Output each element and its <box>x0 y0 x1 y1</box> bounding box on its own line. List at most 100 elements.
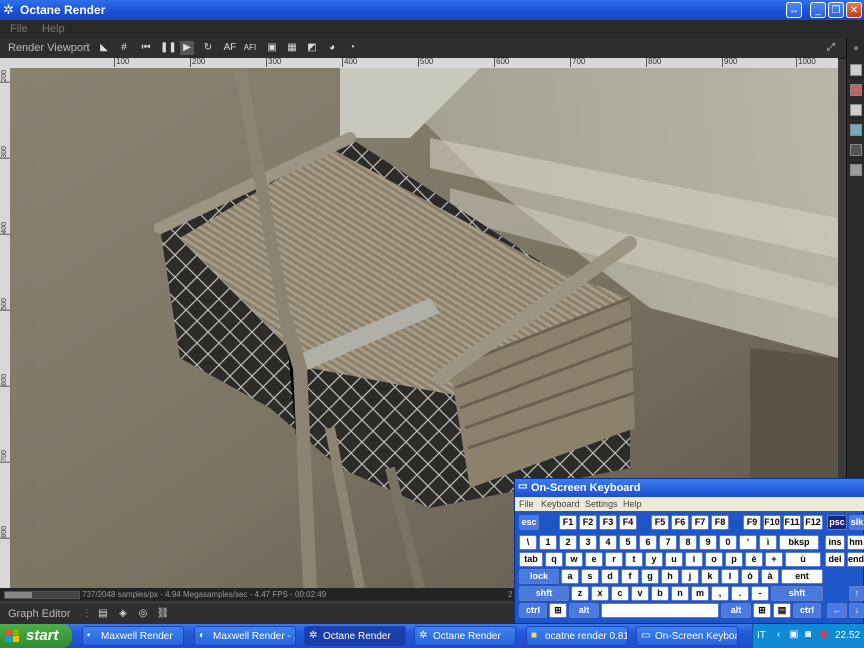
osk-key[interactable]: . <box>731 586 749 601</box>
osk-key[interactable]: e <box>585 552 603 567</box>
refresh-icon[interactable]: ↻ <box>201 41 215 55</box>
osk-key[interactable]: ← <box>827 603 847 618</box>
osk-key[interactable]: r <box>605 552 623 567</box>
osk-key[interactable]: à <box>761 569 779 584</box>
osk-key[interactable]: c <box>611 586 629 601</box>
osk-key[interactable]: ↑ <box>849 586 864 601</box>
osk-key[interactable]: h <box>661 569 679 584</box>
osk-key[interactable]: F9 <box>743 515 761 530</box>
osk-key[interactable]: g <box>641 569 659 584</box>
autofocus-info-button[interactable]: AFI <box>242 41 258 55</box>
osk-title-bar[interactable]: ▭ On-Screen Keyboard <box>515 479 864 497</box>
osk-key[interactable]: q <box>545 552 563 567</box>
osk-key[interactable]: 9 <box>699 535 717 550</box>
sphere-icon[interactable]: ◕ <box>325 41 339 55</box>
osk-key[interactable]: a <box>561 569 579 584</box>
new-node-icon[interactable]: ▤ <box>96 607 110 621</box>
language-indicator[interactable]: IT <box>757 630 766 641</box>
osk-key[interactable]: t <box>625 552 643 567</box>
picture-icon[interactable] <box>850 144 862 156</box>
osk-key[interactable]: alt <box>569 603 599 618</box>
osk-key[interactable]: ì <box>759 535 777 550</box>
antivirus-icon[interactable]: ◉ <box>819 629 828 640</box>
link-node-icon[interactable]: ⛓ <box>156 607 170 621</box>
osk-key[interactable]: n <box>671 586 689 601</box>
osk-key[interactable]: v <box>631 586 649 601</box>
grid-icon[interactable]: # <box>117 41 131 55</box>
osk-key[interactable]: shft <box>771 586 823 601</box>
osk-menu-settings[interactable]: Settings <box>585 499 618 509</box>
osk-key[interactable]: ▤ <box>773 603 791 618</box>
camera-sphere-icon[interactable]: ◔ <box>345 41 359 55</box>
image-icon[interactable] <box>850 64 862 76</box>
fullscreen-icon[interactable]: ⤢ <box>824 41 838 55</box>
osk-key[interactable]: 8 <box>679 535 697 550</box>
osk-key[interactable]: 4 <box>599 535 617 550</box>
osk-key[interactable]: F11 <box>783 515 801 530</box>
tray-expand-icon[interactable]: ‹ <box>777 629 780 640</box>
tool-icon[interactable] <box>850 164 862 176</box>
osk-key[interactable]: F6 <box>671 515 689 530</box>
osk-key[interactable]: F12 <box>803 515 823 530</box>
material-node-icon[interactable]: ◈ <box>116 607 130 621</box>
osk-key[interactable]: F3 <box>599 515 617 530</box>
osk-key[interactable]: slk <box>849 515 864 530</box>
osk-key[interactable]: 1 <box>539 535 557 550</box>
osk-key[interactable]: p <box>725 552 743 567</box>
maximize-button[interactable]: ❐ <box>828 2 844 18</box>
osk-key[interactable]: ctrl <box>519 603 547 618</box>
osk-key[interactable]: d <box>601 569 619 584</box>
checker-icon[interactable]: ▦ <box>285 41 299 55</box>
osk-key[interactable]: 0 <box>719 535 737 550</box>
osk-key[interactable]: hm <box>847 535 864 550</box>
sphere-node-icon[interactable]: ◎ <box>136 607 150 621</box>
osk-key[interactable]: esc <box>519 515 539 530</box>
osk-key[interactable]: F4 <box>619 515 637 530</box>
restore-size-icon[interactable]: ↔ <box>786 2 802 18</box>
start-button[interactable]: start <box>0 624 72 648</box>
osk-key[interactable]: 5 <box>619 535 637 550</box>
osk-key[interactable]: ent <box>781 569 823 584</box>
osk-key[interactable]: x <box>591 586 609 601</box>
on-screen-keyboard-window[interactable]: ▭ On-Screen Keyboard File Keyboard Setti… <box>514 478 864 624</box>
taskbar-item-octane-2[interactable]: ✲ Octane Render <box>414 626 516 646</box>
osk-key[interactable]: F10 <box>763 515 781 530</box>
volume-icon[interactable]: ◙ <box>805 629 811 640</box>
osk-key[interactable]: F7 <box>691 515 709 530</box>
close-button[interactable]: ✕ <box>846 2 862 18</box>
taskbar-item-octane-1[interactable]: ✲ Octane Render <box>304 626 406 646</box>
osk-key[interactable]: psc <box>827 515 847 530</box>
osk-key[interactable]: 3 <box>579 535 597 550</box>
taskbar-item-maxwell-render[interactable]: ◐ Maxwell Render - ... <box>194 626 296 646</box>
network-icon[interactable]: ▣ <box>789 629 798 640</box>
osk-key[interactable]: è <box>745 552 763 567</box>
material-icon[interactable] <box>850 84 862 96</box>
osk-key[interactable]: del <box>825 552 845 567</box>
osk-menu-keyboard[interactable]: Keyboard <box>541 499 580 509</box>
osk-key[interactable]: j <box>681 569 699 584</box>
taskbar-item-osk[interactable]: ▭ On-Screen Keyboard <box>636 626 738 646</box>
osk-key[interactable]: , <box>711 586 729 601</box>
rewind-icon[interactable]: ⏮ <box>139 41 153 55</box>
osk-key[interactable]: ⊞ <box>753 603 771 618</box>
osk-key[interactable]: bksp <box>779 535 819 550</box>
menu-help[interactable]: Help <box>42 23 65 35</box>
osk-key[interactable]: F1 <box>559 515 577 530</box>
osk-key[interactable]: tab <box>519 552 543 567</box>
globe-icon[interactable] <box>850 124 862 136</box>
osk-key[interactable]: k <box>701 569 719 584</box>
osk-key[interactable]: 7 <box>659 535 677 550</box>
osk-key[interactable]: 2 <box>559 535 577 550</box>
osk-key[interactable]: f <box>621 569 639 584</box>
osk-menu-file[interactable]: File <box>519 499 534 509</box>
osk-key[interactable]: o <box>705 552 723 567</box>
taskbar-item-maxwell-console[interactable]: ▪ Maxwell Render <box>82 626 184 646</box>
osk-key[interactable]: z <box>571 586 589 601</box>
osk-key[interactable]: s <box>581 569 599 584</box>
window-icon[interactable] <box>850 104 862 116</box>
osk-key[interactable]: ' <box>739 535 757 550</box>
osk-key[interactable]: w <box>565 552 583 567</box>
osk-key[interactable]: i <box>685 552 703 567</box>
osk-key[interactable]: b <box>651 586 669 601</box>
osk-key[interactable]: F8 <box>711 515 729 530</box>
